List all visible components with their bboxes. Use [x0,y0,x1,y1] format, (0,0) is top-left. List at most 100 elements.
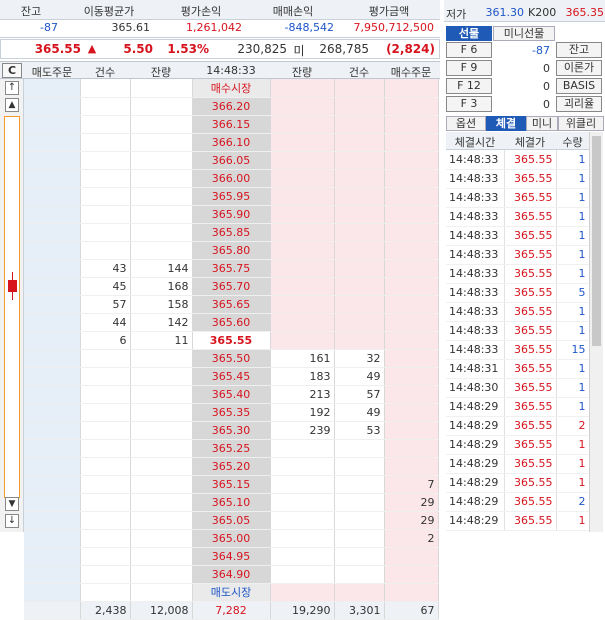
sell-order-cell[interactable] [24,205,81,224]
sell-order-cell[interactable] [24,277,81,296]
buy-order-cell[interactable] [384,547,439,566]
ask-price[interactable]: 365.65 [191,295,271,314]
ask-price[interactable]: 365.80 [191,241,271,260]
buy-order-cell[interactable] [384,133,439,152]
bid-price[interactable]: 365.45 [191,367,271,386]
bid-price[interactable]: 365.50 [191,349,271,368]
fkey-label[interactable]: F 9 [446,60,492,76]
sell-order-cell[interactable] [24,97,81,116]
tab-futures[interactable]: 선물 [446,26,492,41]
current-price[interactable]: 365.55 [192,331,271,350]
arrow-up-icon[interactable]: ↑ [5,81,19,95]
ask-price[interactable]: 365.90 [191,205,271,224]
tick-scroll-thumb[interactable] [592,136,601,346]
sell-order-cell[interactable] [24,223,81,242]
ask-price[interactable]: 365.70 [191,277,271,296]
buy-order-cell[interactable]: 29 [384,511,439,530]
bid-price[interactable]: 365.30 [191,421,271,440]
bid-price[interactable]: 365.10 [191,493,271,512]
tick-scrollbar[interactable] [589,132,603,532]
buy-order-cell[interactable] [384,223,439,242]
bid-price[interactable]: 365.40 [191,385,271,404]
sell-order-cell[interactable] [24,313,81,332]
buy-order-cell[interactable] [384,439,439,458]
buy-order-cell[interactable] [384,457,439,476]
fkey-action-button[interactable]: BASIS [556,78,602,94]
buy-order-cell[interactable] [384,385,439,404]
arrow-down-icon[interactable]: ↓ [5,514,19,528]
buy-order-cell[interactable] [384,187,439,206]
sell-order-cell[interactable] [24,439,81,458]
scroll-down-button[interactable]: ▼ [5,497,19,511]
sell-order-cell[interactable] [24,331,81,350]
bid-price[interactable]: 365.25 [191,439,271,458]
buy-order-cell[interactable] [384,151,439,170]
buy-order-cell[interactable] [384,241,439,260]
buy-order-cell[interactable]: 29 [384,493,439,512]
tab-options[interactable]: 옵션 [446,116,486,131]
buy-order-cell[interactable] [384,421,439,440]
buy-order-cell[interactable] [384,313,439,332]
buy-order-cell[interactable] [384,205,439,224]
sell-order-cell[interactable] [24,475,81,494]
c-button[interactable]: C [2,63,22,78]
ask-price[interactable]: 365.95 [191,187,271,206]
bid-price[interactable]: 365.05 [191,511,271,530]
ask-price[interactable]: 366.10 [191,133,271,152]
bid-price[interactable]: 365.15 [191,475,271,494]
fkey-action-button[interactable]: 괴리율 [556,96,602,112]
sell-order-cell[interactable] [24,133,81,152]
scroll-up-button[interactable]: ▲ [5,98,19,112]
tab-executions[interactable]: 체결 [486,116,526,131]
fkey-action-button[interactable]: 이론가 [556,60,602,76]
sell-order-cell[interactable] [24,169,81,188]
sell-order-cell[interactable] [24,565,81,584]
sell-order-cell[interactable] [24,583,81,602]
fkey-label[interactable]: F 12 [446,78,492,94]
sell-market-button[interactable]: 매도시장 [192,583,271,602]
buy-order-cell[interactable] [384,79,439,98]
tab-weekly[interactable]: 위클리 [558,116,604,131]
fkey-label[interactable]: F 6 [446,42,492,58]
sell-order-cell[interactable] [24,79,81,98]
ask-price[interactable]: 366.05 [191,151,271,170]
sell-order-cell[interactable] [24,403,81,422]
buy-order-cell[interactable] [384,97,439,116]
ask-price[interactable]: 365.60 [191,313,271,332]
buy-order-cell[interactable] [384,367,439,386]
buy-order-cell[interactable] [384,169,439,188]
buy-order-cell[interactable] [384,349,439,368]
buy-order-cell[interactable]: 7 [384,475,439,494]
ask-price[interactable]: 366.00 [191,169,271,188]
ask-price[interactable]: 365.75 [191,259,271,278]
buy-order-cell[interactable] [384,403,439,422]
buy-order-cell[interactable] [384,115,439,134]
fkey-action-button[interactable]: 잔고 [556,42,602,58]
sell-order-cell[interactable] [24,493,81,512]
ask-price[interactable]: 366.15 [191,115,271,134]
buy-order-cell[interactable] [384,583,439,602]
bid-price[interactable]: 364.95 [191,547,271,566]
buy-order-cell[interactable] [384,565,439,584]
sell-order-cell[interactable] [24,511,81,530]
sell-order-cell[interactable] [24,295,81,314]
sell-order-cell[interactable] [24,547,81,566]
sell-order-cell[interactable] [24,349,81,368]
buy-order-cell[interactable] [384,331,439,350]
buy-order-cell[interactable] [384,259,439,278]
sell-order-cell[interactable] [24,151,81,170]
bid-price[interactable]: 365.35 [191,403,271,422]
sell-order-cell[interactable] [24,115,81,134]
sell-order-cell[interactable] [24,187,81,206]
tab-mini-futures[interactable]: 미니선물 [493,26,555,41]
sell-order-cell[interactable] [24,385,81,404]
sell-order-cell[interactable] [24,367,81,386]
sell-order-cell[interactable] [24,259,81,278]
ask-price[interactable]: 365.85 [191,223,271,242]
fkey-label[interactable]: F 3 [446,96,492,112]
sell-order-cell[interactable] [24,421,81,440]
buy-market-button[interactable]: 매수시장 [192,79,271,98]
buy-order-cell[interactable] [384,295,439,314]
ask-price[interactable]: 366.20 [191,97,271,116]
buy-order-cell[interactable] [384,277,439,296]
